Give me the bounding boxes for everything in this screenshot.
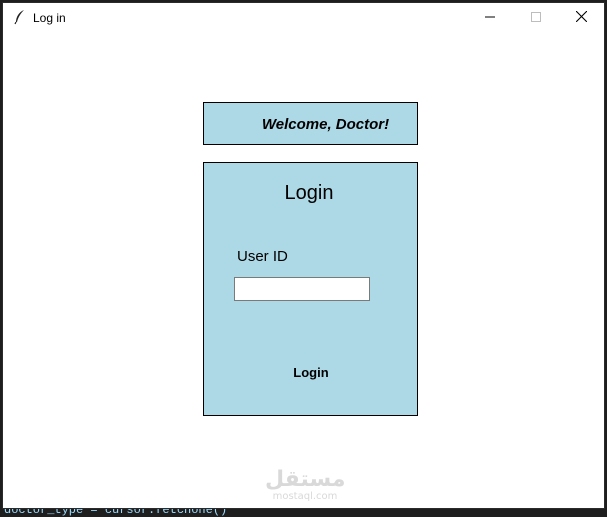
title-bar[interactable]: Log in [3,3,604,32]
window-title: Log in [33,11,66,25]
login-button[interactable]: Login [274,361,348,383]
welcome-text: Welcome, Doctor! [261,116,390,133]
login-panel: Login User ID Login [203,162,418,416]
minimize-icon [485,9,495,27]
maximize-button[interactable] [513,3,559,32]
user-id-label: User ID [237,248,288,265]
watermark: مستقل mostaql.com [265,469,345,503]
maximize-icon [531,9,541,27]
watermark-logo-text: مستقل [265,467,346,492]
close-icon [575,9,587,27]
login-heading: Login [284,182,334,204]
close-button[interactable] [558,3,604,32]
welcome-banner: Welcome, Doctor! [203,102,418,145]
minimize-button[interactable] [467,3,513,32]
login-window: Log in Welcome, Doctor! Login User ID Lo… [2,2,605,509]
watermark-url: mostaql.com [272,491,338,502]
user-id-input[interactable] [234,277,370,301]
feather-icon [13,9,27,25]
